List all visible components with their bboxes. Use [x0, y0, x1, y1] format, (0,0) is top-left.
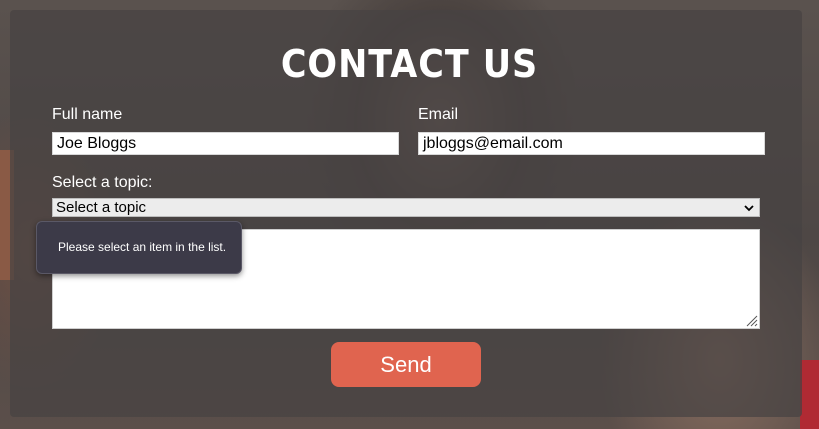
email-input[interactable]: jbloggs@email.com: [418, 132, 765, 155]
full-name-label: Full name: [52, 106, 123, 123]
full-name-input[interactable]: Joe Bloggs: [52, 132, 399, 155]
topic-select[interactable]: Select a topic: [52, 198, 760, 217]
page-title: CONTACT US: [280, 42, 539, 86]
background-detail-right: [800, 360, 819, 429]
resize-grip-icon[interactable]: [746, 315, 758, 327]
topic-select-value: Select a topic: [56, 199, 147, 216]
chevron-down-icon: [744, 199, 754, 216]
send-button[interactable]: Send: [331, 342, 481, 387]
topic-label: Select a topic:: [52, 174, 153, 191]
email-label: Email: [418, 106, 459, 123]
validation-tooltip: Please select an item in the list.: [36, 221, 242, 274]
